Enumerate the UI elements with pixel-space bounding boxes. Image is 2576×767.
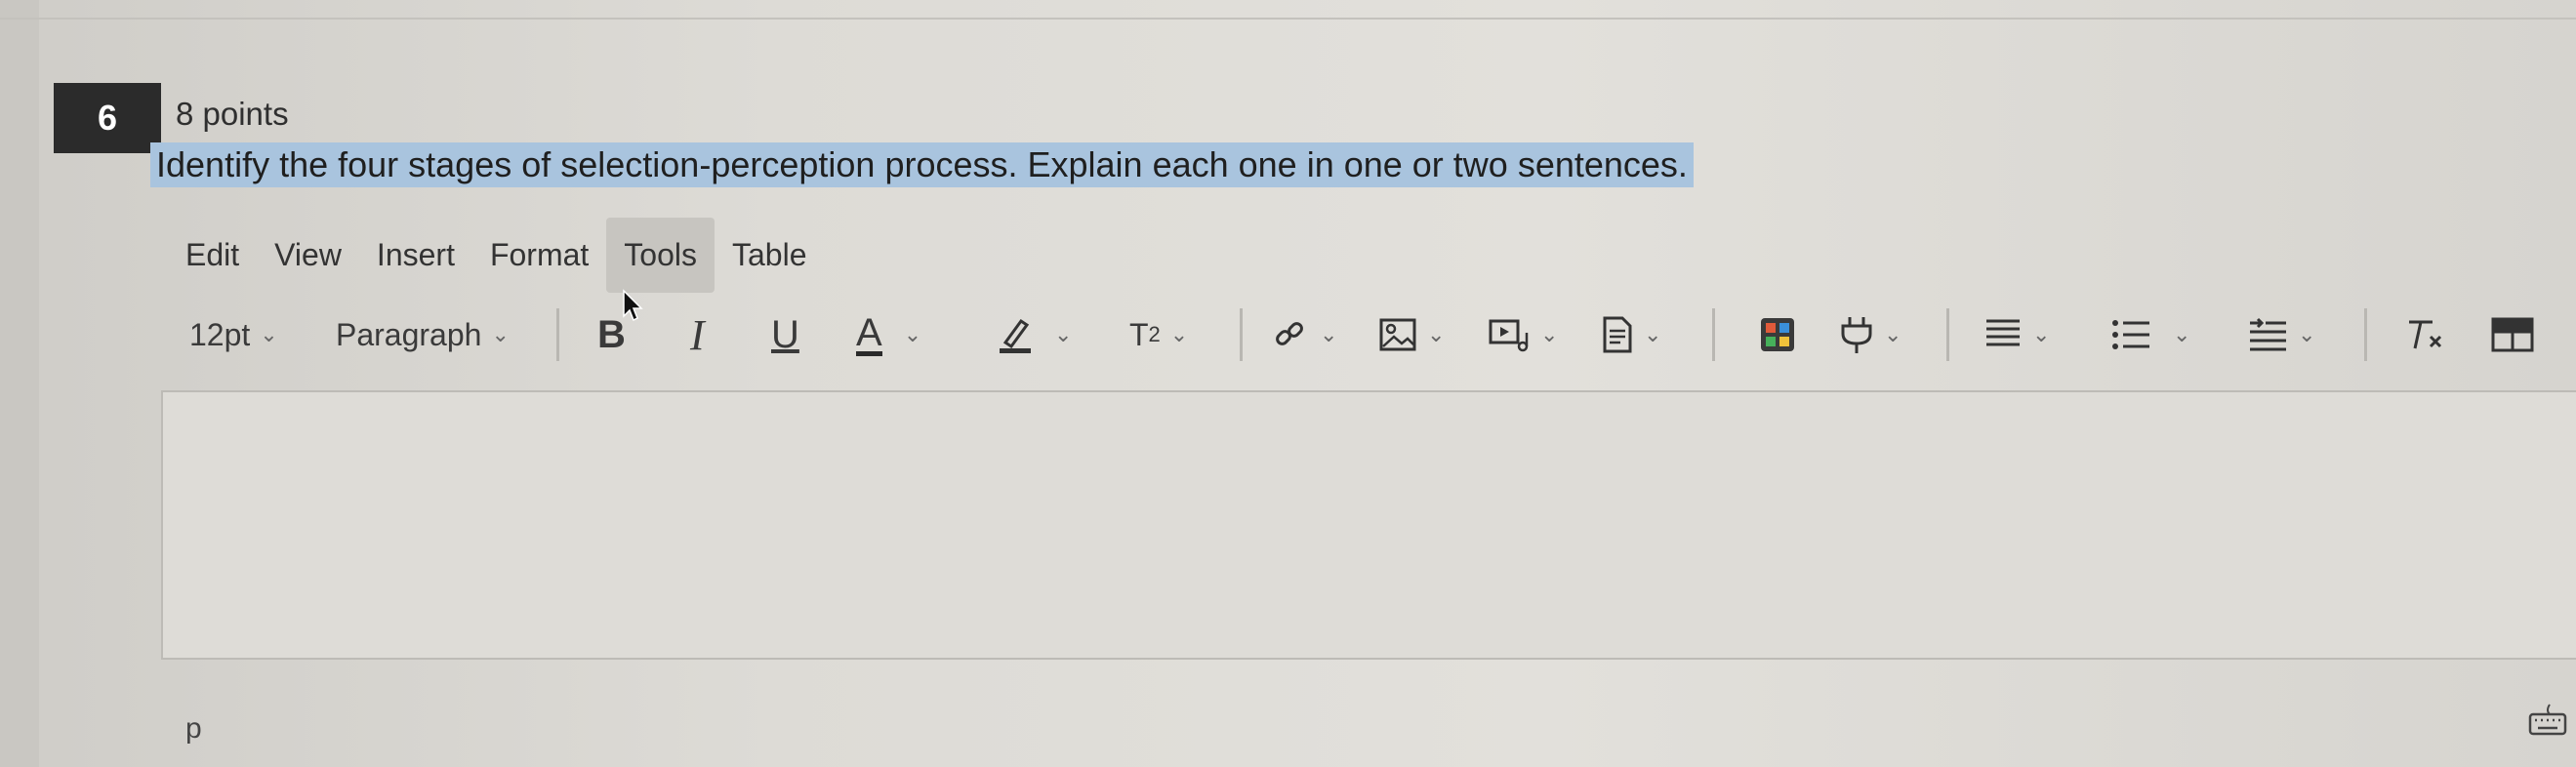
chevron-down-icon: ⌄ [260, 322, 278, 346]
chevron-down-icon: ⌄ [2032, 322, 2051, 346]
menu-tools[interactable]: Tools [606, 217, 715, 293]
plugin-button[interactable]: ⌄ [1839, 304, 1901, 365]
apps-button[interactable] [1759, 304, 1796, 365]
image-icon [1379, 318, 1416, 351]
clear-formatting-icon [2409, 320, 2442, 349]
superscript-exponent: 2 [1148, 322, 1161, 346]
chevron-down-icon: ⌄ [1320, 322, 1338, 346]
keyboard-icon [2528, 704, 2567, 736]
text-color-button[interactable]: A ⌄ [856, 304, 921, 365]
font-size-value: 12pt [189, 316, 251, 352]
chevron-down-icon: ⌄ [1427, 322, 1446, 346]
menu-table[interactable]: Table [715, 229, 825, 281]
page: 6 8 points Identify the four stages of s… [0, 0, 2576, 767]
link-icon [1276, 322, 1303, 345]
underline-button[interactable]: U [771, 304, 799, 365]
indent-button[interactable]: ⌄ [2247, 304, 2315, 365]
highlight-button[interactable]: ⌄ [998, 304, 1072, 365]
question-points: 8 points [176, 96, 289, 132]
answer-editor[interactable] [161, 390, 2576, 660]
toolbar-separator [1712, 308, 1715, 361]
chevron-down-icon: ⌄ [903, 322, 922, 346]
font-size-select[interactable]: 12pt ⌄ [189, 304, 278, 365]
align-icon [1986, 319, 2020, 346]
keyboard-shortcuts-button[interactable] [2528, 703, 2567, 738]
toolbar-separator [556, 308, 559, 361]
superscript-icon: T [1129, 316, 1149, 352]
menu-insert[interactable]: Insert [359, 229, 472, 281]
element-path: p [185, 712, 202, 745]
highlight-icon [1000, 318, 1031, 353]
underline-icon: U [771, 312, 799, 356]
plugin-icon [1841, 317, 1872, 353]
table-icon [2491, 317, 2534, 352]
chevron-down-icon: ⌄ [491, 322, 510, 346]
editor-toolbar: 12pt ⌄ Paragraph ⌄ B I U A ⌄ ⌄ T 2 ⌄ ⌄ ⌄… [168, 304, 2576, 365]
mouse-cursor-icon [623, 289, 643, 322]
chevron-down-icon: ⌄ [1054, 322, 1073, 346]
indent-icon [2250, 317, 2286, 351]
document-icon [1603, 316, 1632, 353]
clear-formatting-button[interactable] [2405, 304, 2448, 365]
link-button[interactable]: ⌄ [1271, 304, 1337, 365]
chevron-down-icon: ⌄ [1644, 322, 1662, 346]
table-button[interactable] [2491, 304, 2534, 365]
chevron-down-icon: ⌄ [2173, 322, 2191, 346]
toolbar-separator [1240, 308, 1243, 361]
bullet-list-button[interactable]: ⌄ [2110, 304, 2190, 365]
toolbar-separator [2364, 308, 2367, 361]
divider [0, 18, 2576, 20]
editor-menubar: Edit View Insert Format Tools Table [168, 217, 825, 293]
chevron-down-icon: ⌄ [1884, 322, 1902, 346]
block-format-value: Paragraph [336, 316, 482, 352]
document-button[interactable]: ⌄ [1601, 304, 1661, 365]
toolbar-separator [1946, 308, 1949, 361]
italic-icon: I [690, 310, 705, 359]
menu-edit[interactable]: Edit [168, 229, 257, 281]
chevron-down-icon: ⌄ [1540, 322, 1559, 346]
superscript-button[interactable]: T2 ⌄ [1129, 304, 1188, 365]
text-color-icon: A [856, 310, 882, 356]
question-number: 6 [54, 83, 161, 153]
question-prompt: Identify the four stages of selection-pe… [150, 142, 1694, 187]
image-button[interactable]: ⌄ [1378, 304, 1445, 365]
chevron-down-icon: ⌄ [1169, 322, 1189, 346]
block-format-select[interactable]: Paragraph ⌄ [336, 304, 510, 365]
media-icon [1489, 319, 1529, 352]
left-strip [0, 0, 39, 767]
align-button[interactable]: ⌄ [1983, 304, 2050, 365]
bullet-list-icon [2112, 320, 2149, 349]
media-button[interactable]: ⌄ [1488, 304, 1558, 365]
apps-icon [1761, 318, 1794, 351]
chevron-down-icon: ⌄ [2298, 322, 2316, 346]
italic-button[interactable]: I [690, 304, 705, 365]
menu-format[interactable]: Format [472, 229, 606, 281]
menu-view[interactable]: View [257, 229, 359, 281]
